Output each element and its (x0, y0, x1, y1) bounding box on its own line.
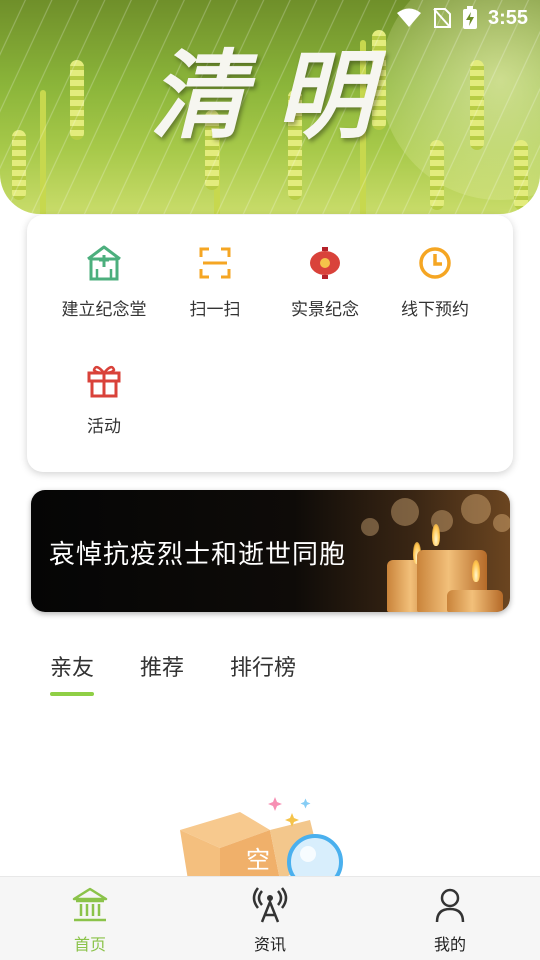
quick-actions-card: 建立纪念堂 扫一扫 实景纪念 线下预约 活动 (27, 215, 513, 472)
bokeh-light (493, 514, 510, 532)
quick-action-label: 活动 (87, 417, 121, 437)
no-sim-icon (433, 8, 451, 28)
wifi-icon (396, 8, 421, 27)
bottom-navigation: 首页 资讯 我的 (0, 876, 540, 960)
broadcast-tower-icon (252, 887, 288, 923)
quick-action-scan[interactable]: 扫一扫 (160, 243, 270, 320)
candle-flame (472, 560, 480, 582)
content-tabs: 亲友 推荐 排行榜 (50, 650, 296, 696)
tab-recommended[interactable]: 推荐 (140, 650, 184, 696)
bokeh-light (461, 494, 491, 524)
nav-label: 资讯 (253, 935, 286, 954)
banner-text: 哀悼抗疫烈士和逝世同胞 (49, 540, 347, 570)
empty-label: 空 (246, 846, 270, 874)
memorial-banner[interactable]: 哀悼抗疫烈士和逝世同胞 (31, 490, 510, 612)
quick-action-build-memorial[interactable]: 建立纪念堂 (49, 243, 159, 320)
nav-label: 我的 (433, 935, 466, 954)
nav-label: 首页 (73, 935, 106, 954)
person-icon (435, 888, 465, 923)
bokeh-light (391, 498, 419, 526)
quick-action-offline-booking[interactable]: 线下预约 (380, 243, 490, 320)
tab-ranking[interactable]: 排行榜 (230, 650, 296, 696)
nav-profile[interactable]: 我的 (360, 877, 540, 960)
quick-action-label: 实景纪念 (291, 300, 359, 320)
empty-box-illustration: 空 (180, 797, 343, 890)
hero-title: 清明 (150, 39, 402, 152)
home-icon (72, 887, 108, 922)
quick-action-label: 建立纪念堂 (61, 300, 147, 320)
lantern-icon (310, 247, 340, 279)
gift-icon (87, 365, 121, 398)
memorial-hall-icon (87, 245, 121, 281)
quick-action-label: 扫一扫 (189, 300, 241, 320)
candle (447, 590, 503, 612)
nav-home[interactable]: 首页 (0, 877, 180, 960)
status-bar: 3:55 (0, 0, 540, 36)
tab-friends[interactable]: 亲友 (50, 650, 95, 696)
scan-icon (199, 247, 231, 279)
status-time: 3:55 (487, 6, 528, 29)
battery-charging-icon (462, 6, 477, 29)
quick-action-label: 线下预约 (401, 300, 469, 320)
quick-action-activity[interactable]: 活动 (49, 360, 159, 437)
bokeh-light (361, 518, 379, 536)
empty-state-illustration: 空 (160, 790, 380, 890)
quick-action-live-memorial[interactable]: 实景纪念 (270, 243, 380, 320)
nav-news[interactable]: 资讯 (180, 877, 360, 960)
clock-icon (419, 247, 451, 279)
candle-flame (432, 524, 440, 546)
